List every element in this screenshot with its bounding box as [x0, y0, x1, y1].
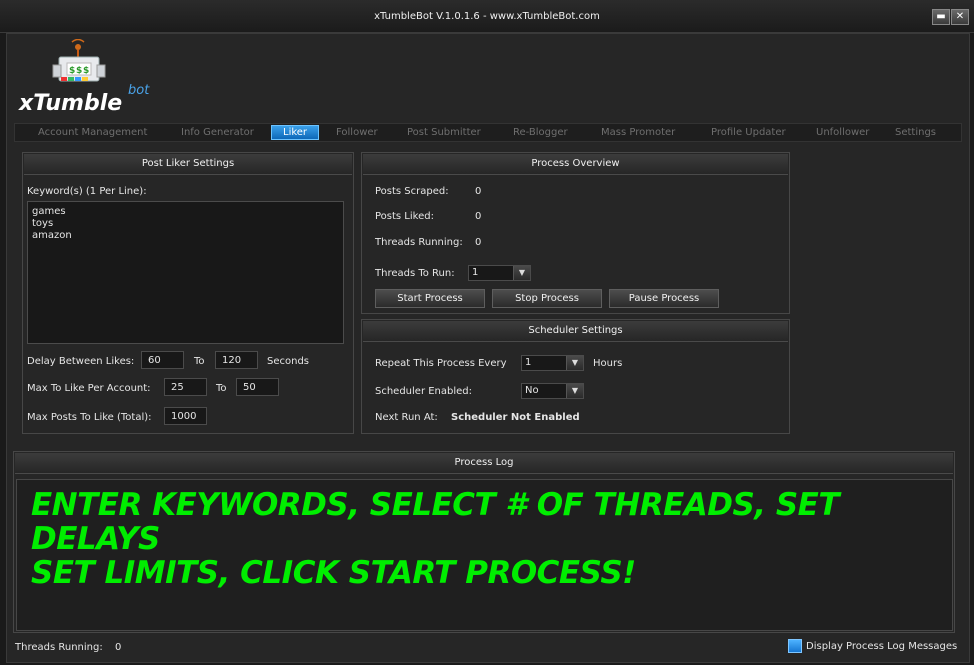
keyword-line: games: [32, 206, 66, 217]
chevron-down-icon[interactable]: ▼: [513, 266, 530, 280]
log-line: SET LIMITS, CLICK START PROCESS!: [31, 555, 636, 591]
pause-process-button[interactable]: Pause Process: [609, 289, 719, 308]
tab-post-submitter[interactable]: Post Submitter: [407, 126, 481, 139]
repeat-interval-select[interactable]: 1 ▼: [521, 355, 584, 371]
chevron-down-icon[interactable]: ▼: [566, 356, 583, 370]
threads-running-label: Threads Running:: [375, 237, 463, 248]
tab-mass-promoter[interactable]: Mass Promoter: [601, 126, 675, 139]
svg-text:$: $: [83, 66, 89, 76]
max-per-account-from-input[interactable]: 25: [164, 378, 207, 396]
display-log-checkbox[interactable]: [788, 639, 802, 653]
tab-liker[interactable]: Liker: [271, 125, 320, 140]
max-per-account-to-label: To: [216, 383, 227, 394]
tab-unfollower[interactable]: Unfollower: [816, 126, 869, 139]
posts-liked-label: Posts Liked:: [375, 211, 434, 222]
svg-text:$: $: [76, 66, 82, 76]
scheduler-enabled-select[interactable]: No ▼: [521, 383, 584, 399]
logo-suffix: bot: [128, 83, 150, 98]
max-total-input[interactable]: 1000: [164, 407, 207, 425]
log-line: ENTER KEYWORDS, SELECT # OF THREADS, SET…: [31, 487, 840, 557]
scheduler-enabled-label: Scheduler Enabled:: [375, 386, 473, 397]
status-threads-value: 0: [115, 642, 122, 653]
stop-process-button[interactable]: Stop Process: [492, 289, 602, 308]
repeat-unit-label: Hours: [593, 358, 623, 369]
keywords-textarea[interactable]: games toys amazon: [27, 201, 344, 344]
keyword-line: amazon: [32, 230, 72, 241]
title-bar: xTumbleBot V.1.0.1.6 - www.xTumbleBot.co…: [0, 0, 974, 33]
tab-bar: Account Management Info Generator Liker …: [14, 123, 962, 142]
delay-unit-label: Seconds: [267, 356, 310, 367]
tab-profile-updater[interactable]: Profile Updater: [711, 126, 786, 139]
repeat-interval-value: 1: [525, 357, 532, 368]
keywords-label: Keyword(s) (1 Per Line):: [27, 186, 147, 197]
threads-to-run-select[interactable]: 1 ▼: [468, 265, 531, 281]
post-liker-settings-header: Post Liker Settings: [24, 154, 352, 175]
process-log-text: ENTER KEYWORDS, SELECT # OF THREADS, SET…: [31, 488, 951, 590]
xtumblebot-logo: $ $ $ xTumble bot: [17, 38, 157, 119]
scheduler-settings-panel: Scheduler Settings Repeat This Process E…: [361, 319, 790, 434]
close-button[interactable]: ✕: [951, 9, 969, 25]
threads-to-run-label: Threads To Run:: [375, 268, 455, 279]
scheduler-enabled-value: No: [525, 385, 539, 396]
process-overview-header: Process Overview: [363, 154, 788, 175]
delay-to-label: To: [194, 356, 205, 367]
max-total-label: Max Posts To Like (Total):: [27, 412, 152, 423]
tab-follower[interactable]: Follower: [336, 126, 378, 139]
process-log-panel: Process Log ENTER KEYWORDS, SELECT # OF …: [13, 451, 955, 633]
minimize-button[interactable]: ▬: [932, 9, 950, 25]
svg-text:$: $: [69, 66, 75, 76]
status-threads-label: Threads Running:: [15, 642, 103, 653]
scheduler-settings-header: Scheduler Settings: [363, 321, 788, 342]
tab-settings[interactable]: Settings: [895, 126, 936, 139]
next-run-value: Scheduler Not Enabled: [451, 412, 580, 423]
tab-re-blogger[interactable]: Re-Blogger: [513, 126, 568, 139]
threads-to-run-value: 1: [472, 267, 479, 278]
posts-scraped-value: 0: [475, 186, 482, 197]
repeat-label: Repeat This Process Every: [375, 358, 507, 369]
delay-label: Delay Between Likes:: [27, 356, 135, 367]
threads-running-value: 0: [475, 237, 482, 248]
delay-to-input[interactable]: 120: [215, 351, 258, 369]
process-overview-panel: Process Overview Posts Scraped: 0 Posts …: [361, 152, 790, 314]
main-window: $ $ $ xTumble bot Account Management Inf…: [6, 33, 970, 663]
display-log-label: Display Process Log Messages: [806, 641, 958, 652]
process-log-area[interactable]: ENTER KEYWORDS, SELECT # OF THREADS, SET…: [16, 479, 953, 631]
max-per-account-label: Max To Like Per Account:: [27, 383, 151, 394]
tab-account-management[interactable]: Account Management: [38, 126, 147, 139]
keyword-line: toys: [32, 218, 54, 229]
window-title: xTumbleBot V.1.0.1.6 - www.xTumbleBot.co…: [374, 11, 600, 22]
next-run-label: Next Run At:: [375, 412, 438, 423]
start-process-button[interactable]: Start Process: [375, 289, 485, 308]
logo-text: xTumble: [19, 91, 123, 116]
posts-liked-value: 0: [475, 211, 482, 222]
delay-from-input[interactable]: 60: [141, 351, 184, 369]
post-liker-settings-panel: Post Liker Settings Keyword(s) (1 Per Li…: [22, 152, 354, 434]
process-log-header: Process Log: [15, 453, 953, 474]
max-per-account-to-input[interactable]: 50: [236, 378, 279, 396]
tab-info-generator[interactable]: Info Generator: [181, 126, 254, 139]
posts-scraped-label: Posts Scraped:: [375, 186, 449, 197]
chevron-down-icon[interactable]: ▼: [566, 384, 583, 398]
